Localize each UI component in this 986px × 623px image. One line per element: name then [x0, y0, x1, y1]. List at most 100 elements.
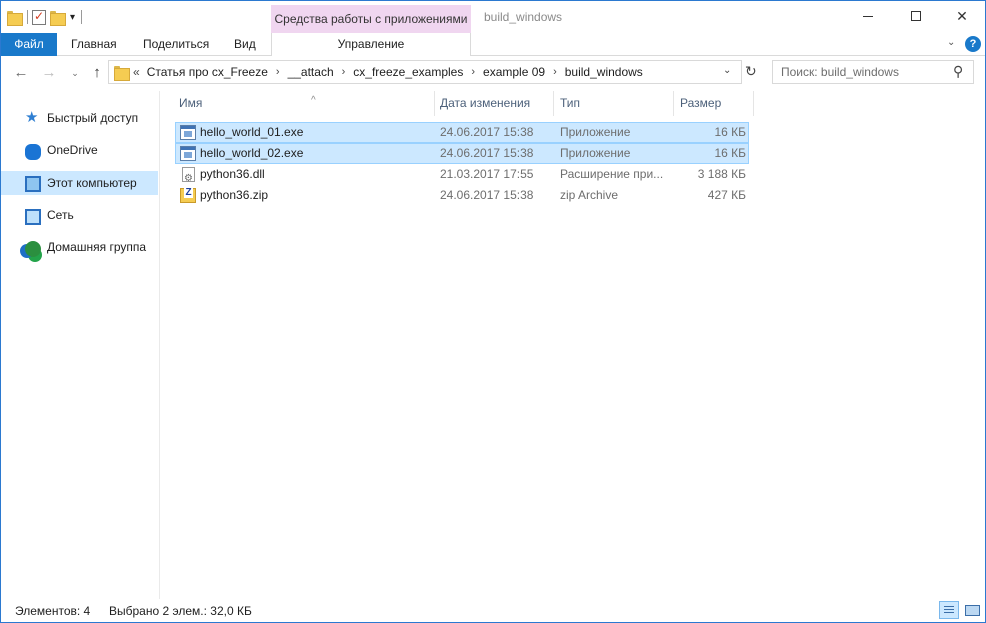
file-type: Приложение — [560, 146, 631, 160]
file-list: Имя ^ Дата изменения Тип Размер hello_wo… — [161, 91, 985, 599]
file-row[interactable]: hello_world_01.exe 24.06.2017 15:38 Прил… — [175, 122, 749, 143]
star-icon: ★ — [25, 109, 39, 126]
sidebar-item-label: Домашняя группа — [47, 240, 147, 254]
explorer-window: ▾ Средства работы с приложениями build_w… — [0, 0, 986, 623]
tab-file[interactable]: Файл — [1, 33, 57, 56]
expand-ribbon-icon[interactable]: ⌄ — [947, 37, 955, 48]
breadcrumb-item[interactable]: cx_freeze_examples — [353, 65, 463, 79]
file-size: 427 КБ — [707, 188, 746, 202]
file-type: Приложение — [560, 125, 631, 139]
tab-view[interactable]: Вид — [234, 33, 256, 56]
window-title: build_windows — [484, 10, 563, 24]
navigation-pane: ★ Быстрый доступ OneDrive Этот компьютер… — [1, 91, 160, 599]
column-header-date[interactable]: Дата изменения — [434, 91, 554, 116]
folder-icon — [7, 10, 23, 26]
minimize-icon — [863, 15, 873, 17]
cloud-icon — [25, 144, 41, 160]
file-date: 24.06.2017 15:38 — [440, 125, 534, 139]
file-row[interactable]: python36.dll 21.03.2017 17:55 Расширение… — [175, 164, 749, 188]
exe-icon — [180, 125, 196, 140]
column-header-type[interactable]: Тип — [554, 91, 674, 116]
toolbar-divider — [27, 10, 28, 24]
sidebar-item-onedrive[interactable]: OneDrive — [1, 138, 158, 162]
search-icon[interactable]: ⚲ — [953, 63, 963, 80]
network-icon — [25, 208, 41, 225]
new-folder-icon[interactable] — [50, 10, 66, 26]
sidebar-item-homegroup[interactable]: Домашняя группа — [1, 235, 158, 259]
maximize-icon — [911, 11, 921, 21]
up-button[interactable]: ↑ — [87, 63, 107, 83]
customize-toolbar-icon[interactable]: ▾ — [70, 12, 75, 23]
file-date: 21.03.2017 17:55 — [440, 167, 534, 181]
file-name: python36.zip — [200, 188, 269, 202]
chevron-down-icon[interactable]: ⌄ — [723, 65, 731, 76]
properties-icon[interactable] — [32, 9, 46, 25]
file-size: 3 188 КБ — [697, 167, 746, 181]
sidebar-item-quick-access[interactable]: ★ Быстрый доступ — [1, 106, 158, 130]
column-header-name[interactable]: Имя ^ — [173, 91, 435, 116]
close-button[interactable]: ✕ — [939, 1, 985, 31]
tab-manage[interactable]: Управление — [271, 33, 471, 56]
sidebar-item-label: OneDrive — [47, 143, 98, 157]
sidebar-item-network[interactable]: Сеть — [1, 203, 158, 227]
file-date: 24.06.2017 15:38 — [440, 188, 534, 202]
sidebar-item-this-pc[interactable]: Этот компьютер — [1, 171, 158, 195]
details-view-icon[interactable] — [939, 601, 959, 619]
search-input[interactable]: Поиск: build_windows ⚲ — [772, 60, 974, 84]
selection-info: Выбрано 2 элем.: 32,0 КБ — [109, 604, 252, 618]
column-header-label: Имя — [179, 96, 203, 110]
context-tab-app-tools: Средства работы с приложениями — [271, 5, 471, 33]
file-size: 16 КБ — [714, 125, 746, 139]
status-bar: Элементов: 4 Выбрано 2 элем.: 32,0 КБ — [1, 599, 985, 622]
ribbon-tabs: Файл Главная Поделиться Вид Управление ⌄… — [1, 33, 985, 56]
file-size: 16 КБ — [714, 146, 746, 160]
breadcrumb-item[interactable]: build_windows — [565, 65, 643, 79]
dll-icon — [182, 167, 195, 188]
sidebar-item-label: Этот компьютер — [47, 176, 137, 190]
breadcrumb-item[interactable]: example 09 — [483, 65, 545, 79]
tab-share[interactable]: Поделиться — [143, 33, 209, 56]
chevron-right-icon[interactable]: › — [471, 66, 475, 78]
search-placeholder: Поиск: build_windows — [781, 65, 899, 79]
sort-ascending-icon: ^ — [311, 95, 316, 106]
file-type: zip Archive — [560, 188, 619, 202]
file-name: hello_world_02.exe — [200, 146, 304, 160]
folder-icon — [114, 66, 130, 81]
sidebar-item-label: Быстрый доступ — [47, 111, 139, 125]
refresh-button[interactable]: ↻ — [745, 63, 757, 80]
maximize-button[interactable] — [893, 1, 939, 31]
zip-icon — [180, 188, 196, 203]
help-icon[interactable]: ? — [965, 36, 981, 52]
chevron-right-icon[interactable]: › — [553, 66, 557, 78]
breadcrumb-item[interactable]: __attach — [288, 65, 334, 79]
file-name: python36.dll — [200, 167, 265, 181]
file-name: hello_world_01.exe — [200, 125, 304, 139]
homegroup-icon — [25, 241, 41, 257]
exe-icon — [180, 146, 196, 161]
forward-button[interactable]: → — [39, 63, 59, 83]
file-date: 24.06.2017 15:38 — [440, 146, 534, 160]
breadcrumb: « Статья про cx_Freeze › __attach › cx_f… — [133, 61, 643, 83]
sidebar-item-label: Сеть — [47, 208, 74, 222]
navigation-bar: ← → ⌄ ↑ « Статья про cx_Freeze › __attac… — [1, 57, 985, 89]
tab-home[interactable]: Главная — [71, 33, 117, 56]
breadcrumb-overflow[interactable]: « — [133, 65, 140, 79]
breadcrumb-item[interactable]: Статья про cx_Freeze — [147, 65, 268, 79]
recent-locations-button[interactable]: ⌄ — [65, 63, 85, 83]
title-bar: ▾ Средства работы с приложениями build_w… — [1, 1, 985, 33]
quick-access-toolbar: ▾ — [7, 7, 83, 27]
file-row[interactable]: python36.zip 24.06.2017 15:38 zip Archiv… — [175, 185, 749, 206]
chevron-right-icon[interactable]: › — [342, 66, 346, 78]
large-icons-view-icon[interactable] — [962, 601, 982, 619]
file-type: Расширение при... — [560, 167, 664, 181]
toolbar-divider — [81, 10, 83, 24]
column-header-size[interactable]: Размер — [674, 91, 754, 116]
chevron-right-icon[interactable]: › — [276, 66, 280, 78]
computer-icon — [25, 176, 41, 192]
item-count: Элементов: 4 — [15, 604, 91, 618]
file-row[interactable]: hello_world_02.exe 24.06.2017 15:38 Прил… — [175, 143, 749, 164]
minimize-button[interactable] — [845, 1, 891, 31]
back-button[interactable]: ← — [11, 63, 31, 83]
address-bar[interactable]: « Статья про cx_Freeze › __attach › cx_f… — [108, 60, 742, 84]
close-icon: ✕ — [956, 7, 968, 24]
